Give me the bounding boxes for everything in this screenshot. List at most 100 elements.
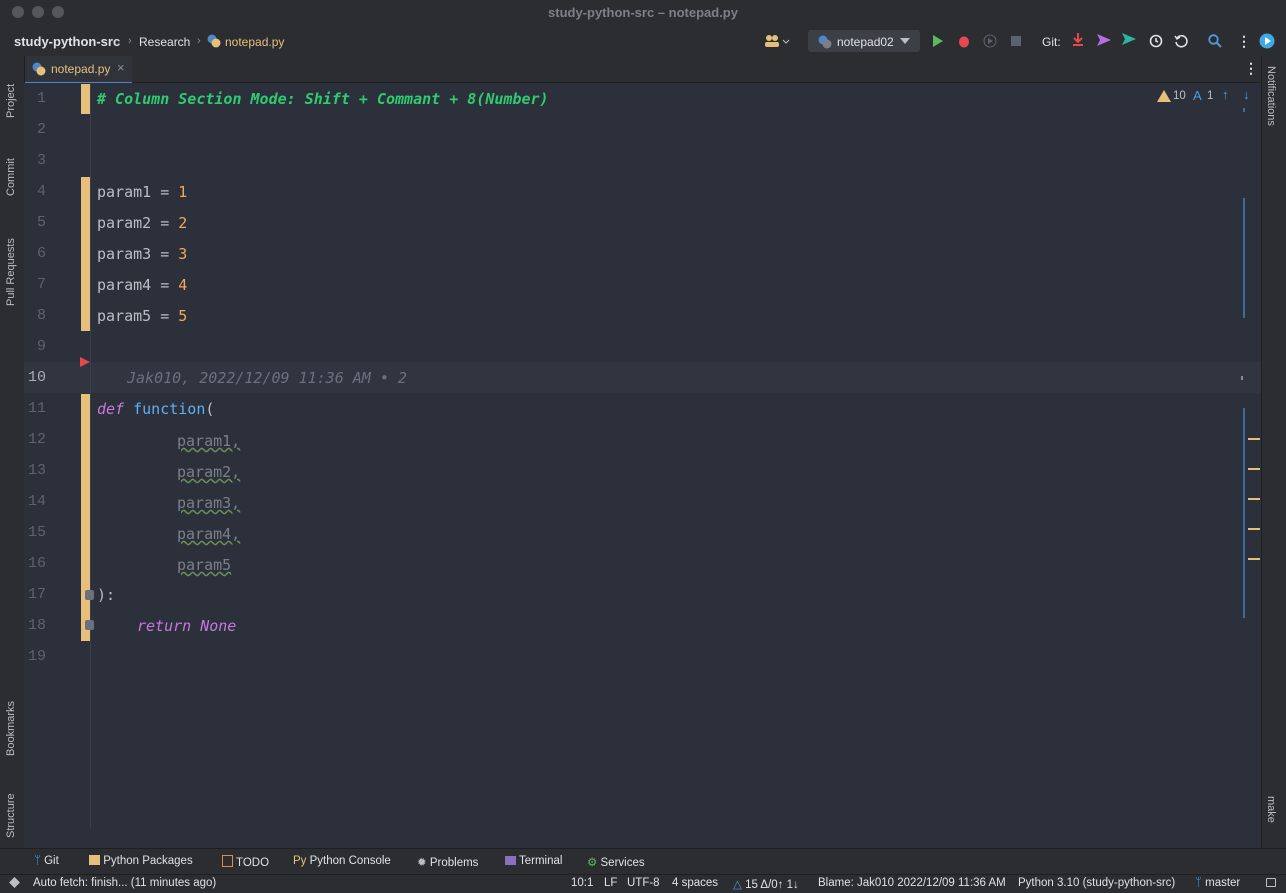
vcs-change-marker[interactable] bbox=[81, 394, 90, 641]
line-number[interactable]: 18 bbox=[24, 617, 46, 634]
function-argument: param4, bbox=[177, 525, 241, 543]
tool-label: Python Console bbox=[309, 855, 391, 867]
line-number[interactable]: 1 bbox=[24, 90, 46, 107]
error-stripe-mark[interactable] bbox=[1248, 498, 1260, 500]
git-push-icon[interactable] bbox=[1122, 33, 1138, 47]
lock-icon[interactable] bbox=[1266, 878, 1276, 887]
make-tool-button[interactable]: make bbox=[1265, 796, 1277, 842]
breadcrumb-file[interactable]: notepad.py bbox=[225, 35, 284, 49]
function-argument: param5 bbox=[177, 556, 232, 574]
close-paren: ): bbox=[97, 586, 116, 604]
git-update-icon[interactable] bbox=[1072, 33, 1084, 47]
stop-icon[interactable] bbox=[1011, 36, 1021, 46]
line-number[interactable]: 5 bbox=[24, 214, 46, 231]
fold-marker-icon[interactable] bbox=[85, 620, 94, 630]
line-number[interactable]: 9 bbox=[24, 338, 46, 355]
warning-icon[interactable] bbox=[1157, 90, 1171, 102]
vcs-deletion-marker[interactable] bbox=[80, 357, 90, 367]
assign-operator: = bbox=[151, 276, 179, 294]
window-title: study-python-src – notepad.py bbox=[548, 5, 738, 20]
history-icon[interactable] bbox=[1149, 34, 1163, 48]
file-encoding[interactable]: UTF-8 bbox=[627, 877, 660, 889]
tab-options-icon[interactable]: ⋮ bbox=[1244, 60, 1258, 77]
line-number[interactable]: 11 bbox=[24, 400, 46, 417]
breadcrumb-research[interactable]: Research bbox=[139, 35, 190, 49]
git-branch[interactable]: ᛘ master bbox=[1195, 877, 1240, 889]
error-stripe-mark[interactable] bbox=[1248, 468, 1260, 470]
code-with-me-icon[interactable] bbox=[764, 34, 790, 48]
rollback-icon[interactable] bbox=[1174, 34, 1188, 48]
return-statement: return None bbox=[137, 617, 237, 635]
debug-icon[interactable] bbox=[957, 34, 971, 48]
next-highlight-icon[interactable]: ↓ bbox=[1243, 87, 1250, 102]
open-paren: ( bbox=[205, 400, 215, 418]
line-number[interactable]: 16 bbox=[24, 555, 46, 572]
line-separator[interactable]: LF bbox=[604, 877, 617, 889]
python-console-tool-button[interactable]: Py Python Console bbox=[293, 855, 391, 867]
vcs-changes[interactable]: △ 15 Δ/0↑ 1↓ bbox=[733, 877, 799, 891]
vcs-change-marker[interactable] bbox=[81, 84, 90, 114]
line-number[interactable]: 10 bbox=[24, 369, 46, 386]
tool-label: Services bbox=[600, 857, 645, 869]
notifications-tool-button[interactable]: Notifications bbox=[1265, 66, 1277, 152]
line-number[interactable]: 4 bbox=[24, 183, 46, 200]
status-message[interactable]: Auto fetch: finish... (11 minutes ago) bbox=[33, 877, 216, 889]
git-tool-button[interactable]: ᛘ Git bbox=[34, 855, 59, 867]
ide-logo-icon[interactable] bbox=[1259, 33, 1275, 49]
line-number[interactable]: 15 bbox=[24, 524, 46, 541]
line-number[interactable]: 6 bbox=[24, 245, 46, 262]
branch-label: master bbox=[1205, 877, 1241, 889]
coverage-icon[interactable] bbox=[983, 34, 997, 48]
code-line-15: param4, bbox=[177, 525, 240, 543]
line-number[interactable]: 13 bbox=[24, 462, 46, 479]
code-line-14: param3, bbox=[177, 494, 240, 512]
inline-blame-annotation[interactable]: Jak010, 2022/12/09 11:36 AM • 2 bbox=[127, 369, 407, 387]
search-icon[interactable] bbox=[1208, 34, 1222, 48]
caret-position[interactable]: 10:1 bbox=[571, 877, 593, 889]
error-stripe-mark[interactable] bbox=[1248, 438, 1260, 440]
line-number[interactable]: 3 bbox=[24, 152, 46, 169]
services-tool-button[interactable]: ⚙ Services bbox=[587, 855, 645, 869]
packages-icon bbox=[89, 855, 100, 865]
code-line-17: ): bbox=[97, 586, 115, 604]
blame-info[interactable]: Blame: Jak010 2022/12/09 11:36 AM bbox=[818, 877, 1006, 889]
typo-count[interactable]: 1 bbox=[1207, 90, 1213, 102]
line-number[interactable]: 14 bbox=[24, 493, 46, 510]
line-number[interactable]: 12 bbox=[24, 431, 46, 448]
terminal-tool-button[interactable]: Terminal bbox=[505, 855, 562, 867]
commit-tool-button[interactable]: Commit bbox=[5, 138, 17, 196]
python-interpreter[interactable]: Python 3.10 (study-python-src) bbox=[1018, 877, 1175, 889]
line-number[interactable]: 17 bbox=[24, 586, 46, 603]
bookmarks-tool-button[interactable]: Bookmarks bbox=[5, 678, 17, 756]
close-tab-icon[interactable]: × bbox=[117, 60, 125, 75]
breadcrumb-project[interactable]: study-python-src bbox=[14, 34, 120, 49]
todo-tool-button[interactable]: TODO bbox=[222, 855, 269, 869]
indent-setting[interactable]: 4 spaces bbox=[672, 877, 718, 889]
typo-icon[interactable]: A bbox=[1193, 88, 1202, 103]
structure-tool-button[interactable]: Structure bbox=[5, 772, 17, 838]
python-file-icon bbox=[32, 62, 46, 76]
chevron-right-icon: › bbox=[197, 35, 201, 47]
previous-highlight-icon[interactable]: ↑ bbox=[1222, 87, 1229, 102]
error-stripe-mark[interactable] bbox=[1248, 558, 1260, 560]
project-tool-button[interactable]: Project bbox=[5, 64, 17, 118]
line-number[interactable]: 2 bbox=[24, 121, 46, 138]
code-line-1: # Column Section Mode: Shift + Commant +… bbox=[97, 90, 549, 108]
line-number[interactable]: 7 bbox=[24, 276, 46, 293]
warning-count[interactable]: 10 bbox=[1173, 90, 1186, 102]
line-number[interactable]: 8 bbox=[24, 307, 46, 324]
fold-marker-icon[interactable] bbox=[85, 590, 94, 600]
problems-tool-button[interactable]: ✹ Problems bbox=[417, 855, 478, 869]
caret-marker bbox=[1241, 376, 1243, 380]
error-stripe-mark[interactable] bbox=[1248, 528, 1260, 530]
vcs-change-marker[interactable] bbox=[81, 177, 90, 331]
line-number[interactable]: 19 bbox=[24, 648, 46, 665]
python-packages-tool-button[interactable]: Python Packages bbox=[89, 855, 193, 867]
tool-label: Problems bbox=[429, 857, 479, 869]
more-actions-icon[interactable]: ⋮ bbox=[1237, 33, 1251, 50]
run-icon[interactable] bbox=[932, 35, 944, 47]
scope-indicator bbox=[1243, 198, 1245, 318]
code-line-18: return None bbox=[137, 617, 236, 635]
pull-requests-tool-button[interactable]: Pull Requests bbox=[5, 218, 17, 306]
git-commit-icon[interactable] bbox=[1097, 34, 1111, 46]
